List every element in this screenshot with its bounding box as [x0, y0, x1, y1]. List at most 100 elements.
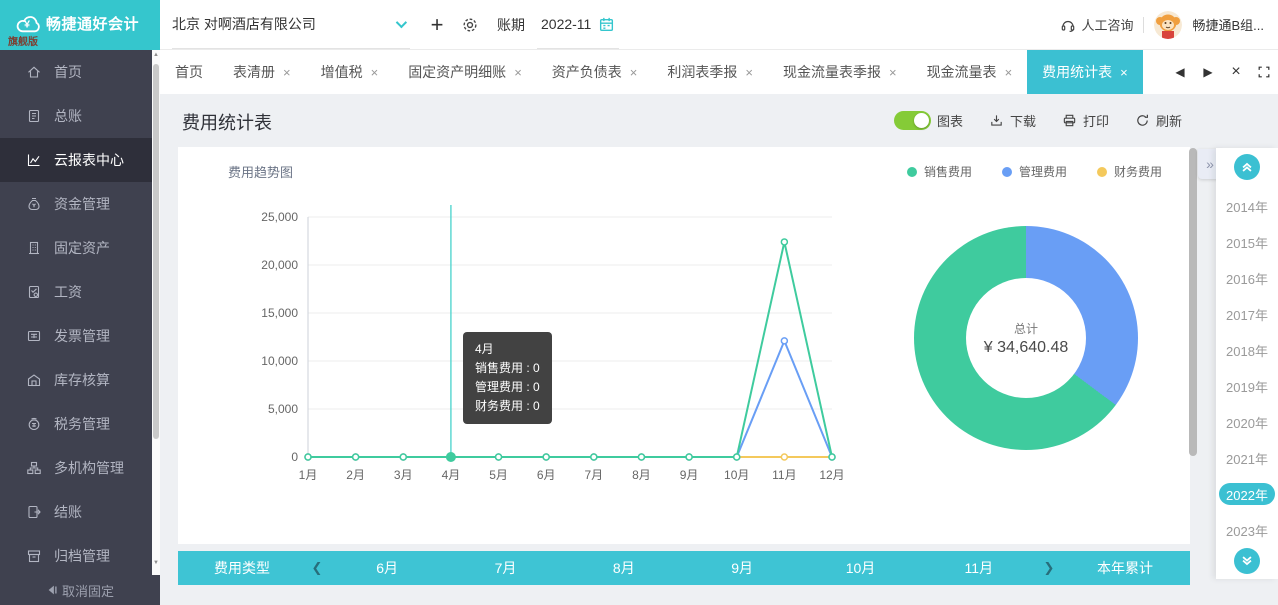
x-axis-tick: 4月: [442, 468, 461, 482]
download-button[interactable]: 下载: [989, 111, 1036, 130]
chart-toggle-switch[interactable]: [894, 111, 931, 130]
year-item[interactable]: 2020年: [1226, 404, 1268, 440]
tab-close-icon[interactable]: ×: [630, 65, 638, 80]
sidebar-item-11[interactable]: 结账: [0, 490, 160, 534]
tab-scroll-right-button[interactable]: ▶: [1194, 50, 1222, 94]
tab-close-icon[interactable]: ×: [283, 65, 291, 80]
year-item[interactable]: 2014年: [1226, 188, 1268, 224]
tab-1[interactable]: 首页: [160, 50, 218, 94]
sidebar-item-6[interactable]: 工资: [0, 270, 160, 314]
expense-donut-chart[interactable]: 总计 ¥ 34,640.48: [914, 226, 1138, 450]
tab-close-icon[interactable]: ×: [514, 65, 522, 80]
add-company-button[interactable]: +: [422, 0, 452, 49]
fullscreen-button[interactable]: [1250, 50, 1278, 94]
expense-trend-line-chart[interactable]: 05,00010,00015,00020,00025,0001月2月3月4月5月…: [198, 187, 898, 497]
sidebar-item-8[interactable]: 库存核算: [0, 358, 160, 402]
tab-close-icon[interactable]: ×: [745, 65, 753, 80]
year-item[interactable]: 2019年: [1226, 368, 1268, 404]
sidebar-item-10[interactable]: 多机构管理: [0, 446, 160, 490]
expense-type-label[interactable]: 费用类型: [178, 558, 306, 578]
x-axis-tick: 2月: [346, 468, 365, 482]
year-item[interactable]: 2018年: [1226, 332, 1268, 368]
legend-item[interactable]: 财务费用: [1097, 163, 1162, 180]
tab-close-icon[interactable]: ×: [889, 65, 897, 80]
period-value: 2022-11: [541, 16, 591, 32]
support-link[interactable]: 人工咨询: [1060, 15, 1133, 34]
report-icon: [26, 152, 42, 168]
scroll-down-icon[interactable]: ▼: [152, 560, 160, 566]
y-axis-tick: 0: [291, 450, 298, 464]
sidebar-item-12[interactable]: 归档管理: [0, 534, 160, 578]
year-item[interactable]: 2023年: [1226, 512, 1268, 548]
year-item[interactable]: 2016年: [1226, 260, 1268, 296]
sidebar-item-9[interactable]: 税务管理: [0, 402, 160, 446]
months-next-icon[interactable]: ❯: [1038, 560, 1060, 576]
month-column[interactable]: 10月: [801, 558, 919, 578]
asset-icon: [26, 240, 42, 256]
year-item[interactable]: 2021年: [1226, 440, 1268, 476]
tab-8[interactable]: 现金流量表×: [912, 50, 1028, 94]
sidebar-item-5[interactable]: 固定资产: [0, 226, 160, 270]
tab-2[interactable]: 表清册×: [218, 50, 306, 94]
month-column[interactable]: 8月: [565, 558, 683, 578]
calendar-icon: [598, 16, 615, 33]
month-column[interactable]: 11月: [920, 558, 1038, 578]
tab-scroll-left-button[interactable]: ◀: [1166, 50, 1194, 94]
chart-toggle[interactable]: 图表: [894, 111, 963, 130]
month-column[interactable]: 6月: [328, 558, 446, 578]
period-field[interactable]: 2022-11: [537, 0, 619, 49]
scroll-up-icon[interactable]: ▲: [152, 52, 160, 58]
tab-6[interactable]: 利润表季报×: [652, 50, 768, 94]
legend-item[interactable]: 销售费用: [907, 163, 972, 180]
double-chevron-right-icon: »: [1206, 156, 1214, 172]
unpin-sidebar-button[interactable]: 取消固定: [0, 575, 160, 605]
year-item[interactable]: 2017年: [1226, 296, 1268, 332]
tab-3[interactable]: 增值税 ×: [306, 50, 394, 94]
company-selector[interactable]: 北京 对啊酒店有限公司: [172, 0, 410, 49]
legend-item[interactable]: 管理费用: [1002, 163, 1067, 180]
year-item[interactable]: 2015年: [1226, 224, 1268, 260]
x-axis-tick: 9月: [680, 468, 699, 482]
sidebar-item-4[interactable]: 资金管理: [0, 182, 160, 226]
refresh-button[interactable]: 刷新: [1135, 111, 1182, 130]
tab-close-icon[interactable]: ×: [1120, 65, 1128, 80]
content-scroll-thumb[interactable]: [1189, 148, 1197, 456]
main-content: 费用统计表 图表 下载 打印 刷新 费用趋势图 销售费用管理费用财务费用: [160, 94, 1278, 605]
close-all-tabs-button[interactable]: ×: [1222, 50, 1250, 94]
sidebar-item-2[interactable]: 总账: [0, 94, 160, 138]
tab-label: 资产负债表: [552, 62, 622, 82]
sidebar-item-3[interactable]: 云报表中心: [0, 138, 160, 182]
print-button[interactable]: 打印: [1062, 111, 1109, 130]
month-column[interactable]: 9月: [683, 558, 801, 578]
print-label: 打印: [1083, 111, 1109, 130]
tab-9[interactable]: 费用统计表×: [1027, 50, 1143, 94]
settings-button[interactable]: [455, 0, 485, 49]
user-name[interactable]: 畅捷通B组...: [1192, 15, 1264, 34]
tab-5[interactable]: 资产负债表 ×: [537, 50, 653, 94]
y-axis-tick: 20,000: [261, 258, 298, 272]
years-scroll-up-button[interactable]: [1234, 154, 1260, 180]
year-item[interactable]: 2022年: [1219, 483, 1275, 505]
years-scroll-down-button[interactable]: [1234, 548, 1260, 574]
tab-label: 增值税: [321, 62, 363, 82]
closing-icon: [26, 504, 42, 520]
year-total-button[interactable]: 本年累计: [1060, 558, 1190, 578]
trend-chart-title: 费用趋势图: [228, 162, 293, 181]
refresh-label: 刷新: [1156, 111, 1182, 130]
sidebar-scrollbar[interactable]: ▲ ▼: [152, 50, 160, 575]
sidebar-item-7[interactable]: 发票管理: [0, 314, 160, 358]
months-prev-icon[interactable]: ❮: [306, 560, 328, 576]
month-column[interactable]: 7月: [446, 558, 564, 578]
sidebar-item-1[interactable]: 首页: [0, 50, 160, 94]
content-scrollbar[interactable]: [1189, 148, 1197, 578]
x-axis-tick: 5月: [489, 468, 508, 482]
user-avatar[interactable]: [1154, 11, 1182, 39]
tab-4[interactable]: 固定资产明细账×: [393, 50, 537, 94]
app-logo: ¥ 畅捷通好会计 旗舰版: [0, 0, 160, 50]
tab-close-icon[interactable]: ×: [371, 65, 379, 80]
refresh-icon: [1135, 113, 1150, 128]
sidebar-scroll-thumb[interactable]: [153, 64, 159, 439]
tab-close-icon[interactable]: ×: [1005, 65, 1013, 80]
tab-7[interactable]: 现金流量表季报×: [768, 50, 912, 94]
x-axis-tick: 6月: [537, 468, 556, 482]
